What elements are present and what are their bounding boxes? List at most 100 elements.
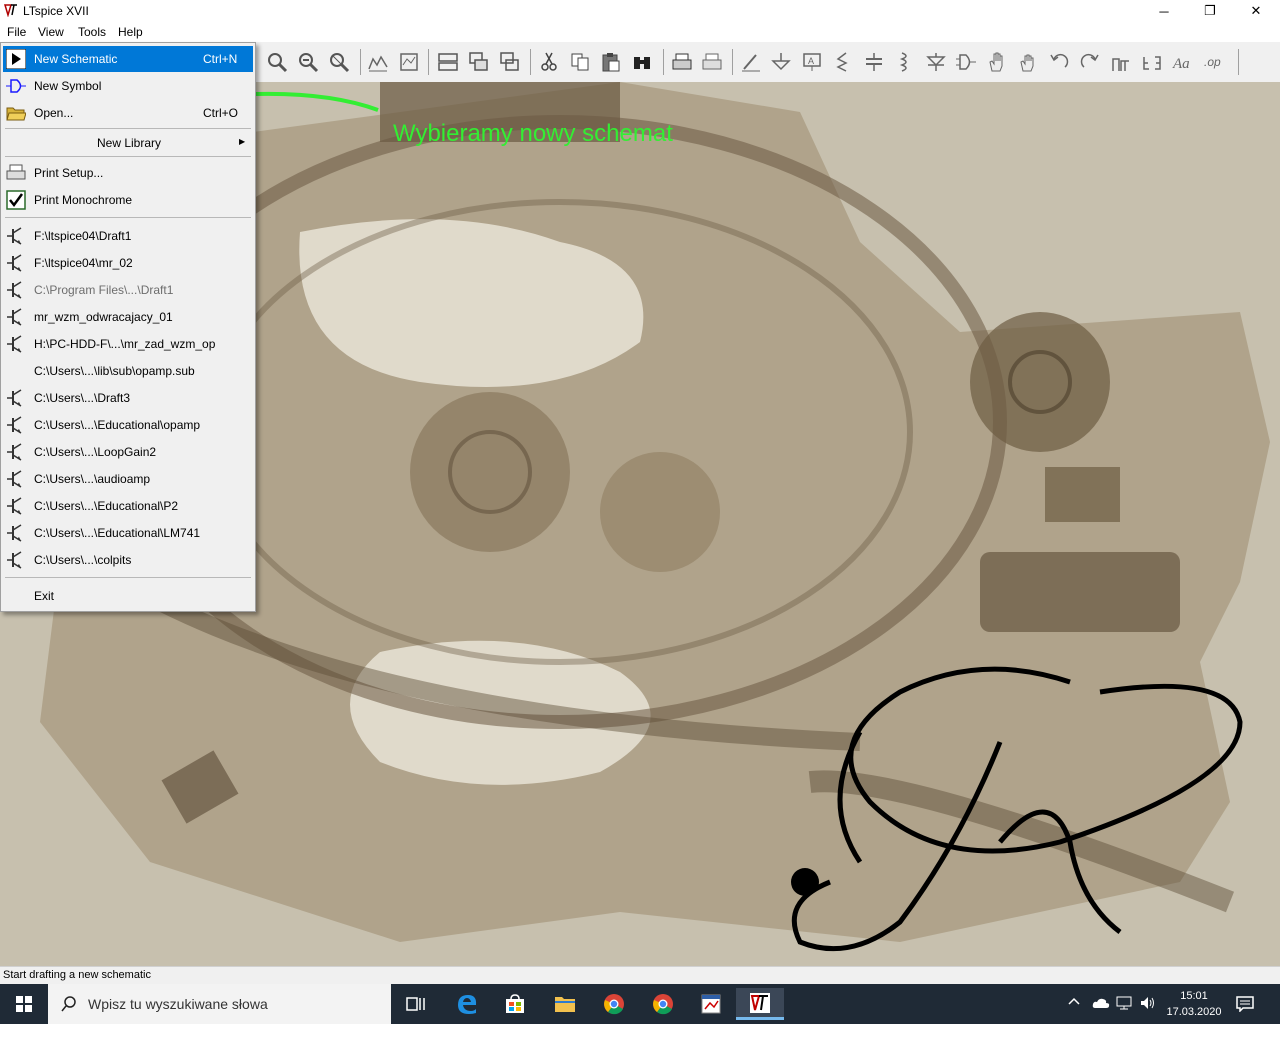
close-windows-icon[interactable]: [499, 51, 521, 73]
menu-item-print-monochrome[interactable]: Print Monochrome: [3, 187, 253, 213]
menu-item-recent-file[interactable]: F:\ltspice04\Draft1: [3, 223, 253, 249]
capacitor-icon[interactable]: [863, 51, 885, 73]
close-button[interactable]: ✕: [1233, 0, 1279, 22]
chevron-up-icon: [1068, 997, 1080, 1005]
mirror-icon[interactable]: [1141, 51, 1163, 73]
taskbar-chrome-1[interactable]: [590, 988, 638, 1020]
toolbar-separator: [1238, 49, 1239, 75]
search-placeholder: Wpisz tu wyszukiwane słowa: [88, 996, 268, 1012]
zoom-fit-icon[interactable]: [328, 51, 350, 73]
chrome-icon: [604, 994, 624, 1015]
drag-hand-icon[interactable]: [1017, 51, 1039, 73]
rotate-icon[interactable]: [1110, 51, 1132, 73]
zoom-out-icon[interactable]: [297, 51, 319, 73]
taskbar-edge[interactable]: [443, 988, 491, 1020]
status-bar: Start drafting a new schematic: [0, 966, 1280, 985]
move-hand-icon[interactable]: [986, 51, 1008, 73]
find-icon[interactable]: [631, 51, 653, 73]
label-net-icon[interactable]: A: [801, 51, 823, 73]
menu-item-recent-file[interactable]: C:\Users\...\Educational\LM741: [3, 520, 253, 546]
minimize-button[interactable]: ─: [1141, 0, 1187, 22]
window-app-icon: [701, 994, 721, 1014]
menu-item-exit[interactable]: Exit: [3, 583, 253, 609]
taskbar-search-box[interactable]: Wpisz tu wyszukiwane słowa: [48, 984, 391, 1024]
transistor-icon: [7, 308, 22, 326]
task-view-button[interactable]: [392, 988, 440, 1020]
recent-file-label: H:\PC-HDD-F\...\mr_zad_wzm_op: [34, 337, 216, 351]
taskbar-ltspice[interactable]: [736, 988, 784, 1020]
menu-item-new-library[interactable]: New Library ▶: [3, 130, 253, 156]
show-hidden-icons-button[interactable]: [1068, 996, 1080, 1036]
menu-item-new-schematic[interactable]: New Schematic Ctrl+N: [3, 46, 253, 72]
transistor-icon: [7, 443, 22, 461]
taskbar-file-explorer[interactable]: [541, 988, 589, 1020]
draw-wire-icon[interactable]: [740, 51, 762, 73]
cascade-windows-icon[interactable]: [468, 51, 490, 73]
redo-icon[interactable]: [1079, 51, 1101, 73]
menu-item-recent-file[interactable]: mr_wzm_odwracajacy_01: [3, 304, 253, 330]
spice-directive-icon[interactable]: .op: [1203, 51, 1225, 73]
menu-tools[interactable]: Tools: [78, 25, 106, 39]
menu-file[interactable]: File: [7, 25, 26, 39]
restore-button[interactable]: ❐: [1187, 0, 1233, 22]
menu-item-recent-file[interactable]: C:\Users\...\Educational\opamp: [3, 412, 253, 438]
taskbar-app[interactable]: [687, 988, 735, 1020]
undo-icon[interactable]: [1048, 51, 1070, 73]
diode-icon[interactable]: [925, 51, 947, 73]
menu-item-recent-file[interactable]: C:\Users\...\lib\sub\opamp.sub: [3, 358, 253, 384]
waveform-window-icon[interactable]: [398, 51, 420, 73]
transistor-icon: [7, 470, 22, 488]
recent-file-label: C:\Users\...\Educational\P2: [34, 499, 179, 513]
volume-button[interactable]: [1140, 996, 1156, 1036]
network-button[interactable]: [1116, 996, 1132, 1036]
text-icon[interactable]: Aa: [1172, 51, 1194, 73]
menu-item-recent-file[interactable]: H:\PC-HDD-F\...\mr_zad_wzm_op: [3, 331, 253, 357]
inductor-icon[interactable]: [894, 51, 916, 73]
transistor-icon: [7, 551, 22, 569]
menu-separator: [5, 128, 251, 129]
print-icon[interactable]: [671, 51, 693, 73]
open-folder-icon: [6, 107, 26, 121]
menu-view[interactable]: View: [38, 25, 64, 39]
menu-item-new-symbol[interactable]: New Symbol: [3, 73, 253, 99]
transistor-icon: [7, 335, 22, 353]
menu-bar: File View Tools Help: [0, 22, 1280, 42]
action-center-button[interactable]: [1236, 996, 1254, 1036]
tile-windows-icon[interactable]: [437, 51, 459, 73]
recent-file-label: C:\Users\...\LoopGain2: [34, 445, 157, 459]
svg-text:.op: .op: [1204, 55, 1221, 69]
start-button[interactable]: [0, 984, 48, 1024]
menu-help[interactable]: Help: [118, 25, 143, 39]
taskbar-store[interactable]: [491, 988, 539, 1020]
minimize-icon: ─: [1159, 3, 1169, 19]
cut-icon[interactable]: [538, 51, 560, 73]
resistor-icon[interactable]: [832, 51, 854, 73]
component-icon[interactable]: [955, 51, 977, 73]
recent-file-label: F:\ltspice04\Draft1: [34, 229, 132, 243]
print-preview-icon[interactable]: [701, 51, 723, 73]
menu-item-recent-file[interactable]: C:\Program Files\...\Draft1: [3, 277, 253, 303]
toolbar-separator: [663, 49, 664, 75]
transistor-icon: [7, 227, 22, 245]
menu-item-recent-file[interactable]: C:\Users\...\Draft3: [3, 385, 253, 411]
zoom-in-icon[interactable]: [266, 51, 288, 73]
menu-item-recent-file[interactable]: F:\ltspice04\mr_02: [3, 250, 253, 276]
menu-item-open[interactable]: Open... Ctrl+O: [3, 100, 253, 126]
autorange-icon[interactable]: [367, 51, 389, 73]
windows-logo-icon: [16, 996, 32, 1012]
clock[interactable]: 15:01 17.03.2020: [1164, 988, 1224, 1028]
menu-item-recent-file[interactable]: C:\Users\...\LoopGain2: [3, 439, 253, 465]
ltspice-app-icon: [4, 3, 18, 17]
paste-icon[interactable]: [600, 51, 622, 73]
recent-file-label: mr_wzm_odwracajacy_01: [34, 310, 173, 324]
copy-icon[interactable]: [569, 51, 591, 73]
submenu-arrow-icon: ▶: [239, 137, 246, 146]
menu-item-print-setup[interactable]: Print Setup...: [3, 160, 253, 186]
menu-item-recent-file[interactable]: C:\Users\...\colpits: [3, 547, 253, 573]
taskbar-chrome-2[interactable]: [639, 988, 687, 1020]
menu-item-recent-file[interactable]: C:\Users\...\Educational\P2: [3, 493, 253, 519]
onedrive-button[interactable]: [1092, 997, 1110, 1037]
ground-icon[interactable]: [770, 51, 792, 73]
recent-file-label: C:\Users\...\Draft3: [34, 391, 131, 405]
menu-item-recent-file[interactable]: C:\Users\...\audioamp: [3, 466, 253, 492]
